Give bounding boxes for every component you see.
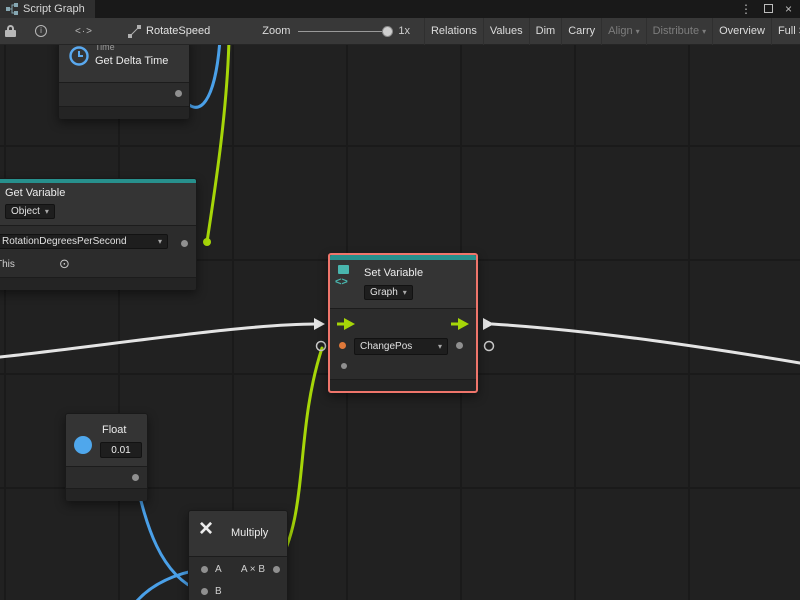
flow-input-arrow[interactable] bbox=[337, 318, 355, 330]
float-value-input[interactable]: 0.01 bbox=[100, 442, 142, 458]
chevron-down-icon: ▾ bbox=[45, 207, 49, 216]
chevron-down-icon: ▾ bbox=[403, 288, 407, 297]
graph-breadcrumb[interactable]: RotateSpeed bbox=[128, 25, 210, 38]
variable-box-icon bbox=[338, 265, 349, 274]
node-title: Multiply bbox=[231, 527, 268, 539]
relations-button[interactable]: Relations bbox=[424, 18, 483, 45]
zoom-value: 1x bbox=[398, 25, 410, 37]
chevron-down-icon: ▾ bbox=[158, 237, 162, 246]
clock-icon bbox=[68, 45, 90, 67]
flow-output-arrow[interactable] bbox=[451, 318, 469, 330]
window-close-button[interactable]: × bbox=[785, 0, 792, 18]
teal-accent-strip bbox=[330, 255, 476, 260]
wire-flow-out[interactable] bbox=[492, 324, 800, 363]
graph-canvas[interactable]: Time Get Delta Time Get Variable Object▾… bbox=[0, 45, 800, 600]
port-label-result: A × B bbox=[241, 564, 265, 575]
node-multiply[interactable]: × Multiply A A × B B bbox=[188, 510, 288, 600]
values-button[interactable]: Values bbox=[483, 18, 529, 45]
align-button[interactable]: Align▾ bbox=[601, 18, 645, 45]
node-title: Set Variable bbox=[364, 267, 423, 279]
port-label-b: B bbox=[215, 586, 222, 597]
variable-name-dropdown[interactable]: RotationDegreesPerSecond▾ bbox=[0, 234, 168, 249]
multiply-icon: × bbox=[199, 517, 213, 541]
graph-name-label: RotateSpeed bbox=[146, 25, 210, 37]
node-get-variable[interactable]: Get Variable Object▾ RotationDegreesPerS… bbox=[0, 178, 197, 290]
lock-button[interactable] bbox=[0, 18, 22, 45]
value-output-port[interactable] bbox=[456, 342, 463, 349]
node-title: Get Delta Time bbox=[95, 55, 168, 67]
chevron-down-icon: ▾ bbox=[636, 27, 640, 36]
node-category: Time bbox=[95, 45, 115, 52]
zoom-slider[interactable] bbox=[298, 31, 390, 32]
node-set-variable[interactable]: <> Set Variable Graph▾ ChangePos▾ bbox=[328, 253, 478, 393]
input-port-a[interactable] bbox=[201, 566, 208, 573]
dim-button[interactable]: Dim bbox=[529, 18, 562, 45]
tab-title: Script Graph bbox=[23, 3, 85, 15]
output-port[interactable] bbox=[132, 474, 139, 481]
node-float[interactable]: Float 0.01 bbox=[65, 413, 148, 501]
window-tab-bar: Script Graph ⋮ × bbox=[0, 0, 800, 18]
toolbar-buttons: Relations Values Dim Carry Align▾ Distri… bbox=[424, 18, 800, 45]
variable-scope-dropdown[interactable]: Object▾ bbox=[5, 204, 55, 219]
zoom-label: Zoom bbox=[262, 25, 290, 37]
variable-scope-dropdown[interactable]: Graph▾ bbox=[364, 285, 413, 300]
value-preview-button[interactable]: <·> bbox=[70, 18, 98, 45]
window-maximize-button[interactable] bbox=[764, 0, 773, 18]
maximize-icon bbox=[764, 4, 773, 13]
value-input-port[interactable] bbox=[339, 342, 346, 349]
info-icon: i bbox=[35, 25, 47, 37]
chevron-down-icon: ▾ bbox=[438, 342, 442, 351]
window-menu-button[interactable]: ⋮ bbox=[740, 0, 752, 18]
port-label-a: A bbox=[215, 564, 222, 575]
carry-button[interactable]: Carry bbox=[561, 18, 601, 45]
output-port[interactable] bbox=[273, 566, 280, 573]
flow-arrowhead-in bbox=[314, 318, 325, 330]
input-port-b[interactable] bbox=[201, 588, 208, 595]
variable-output-port[interactable] bbox=[181, 240, 188, 247]
output-port[interactable] bbox=[175, 90, 182, 97]
zoom-slider-knob[interactable] bbox=[382, 26, 393, 37]
overview-button[interactable]: Overview bbox=[712, 18, 771, 45]
zoom-control: Zoom 1x bbox=[262, 25, 410, 37]
window-controls: ⋮ × bbox=[740, 0, 800, 18]
fallback-input-port[interactable] bbox=[341, 363, 347, 369]
variable-name-dropdown[interactable]: ChangePos▾ bbox=[354, 338, 448, 355]
wire-flow-in[interactable] bbox=[0, 324, 316, 357]
float-icon bbox=[74, 436, 92, 454]
target-port-label: This bbox=[0, 259, 15, 270]
chevron-down-icon: ▾ bbox=[702, 27, 706, 36]
wire-rotation-speed[interactable] bbox=[207, 45, 229, 242]
wire-endpoint-dot bbox=[203, 238, 211, 246]
flow-arrowhead-out bbox=[483, 318, 494, 330]
graph-asset-icon bbox=[128, 25, 141, 38]
lock-icon bbox=[5, 25, 17, 37]
tab-script-graph[interactable]: Script Graph bbox=[0, 0, 95, 18]
hollow-port-right[interactable] bbox=[485, 342, 494, 351]
distribute-button[interactable]: Distribute▾ bbox=[646, 18, 712, 45]
variable-code-icon: <> bbox=[335, 276, 348, 288]
node-title: Get Variable bbox=[5, 187, 65, 199]
full-screen-button[interactable]: Full Screen bbox=[771, 18, 800, 45]
info-button[interactable]: i bbox=[30, 18, 52, 45]
node-get-delta-time[interactable]: Time Get Delta Time bbox=[58, 45, 190, 119]
teal-accent-strip bbox=[0, 179, 196, 183]
script-graph-icon bbox=[6, 3, 18, 15]
node-title: Float bbox=[102, 424, 126, 436]
target-icon: ⊙ bbox=[59, 257, 70, 270]
graph-toolbar: i <·> RotateSpeed Zoom 1x Relations Valu… bbox=[0, 18, 800, 45]
